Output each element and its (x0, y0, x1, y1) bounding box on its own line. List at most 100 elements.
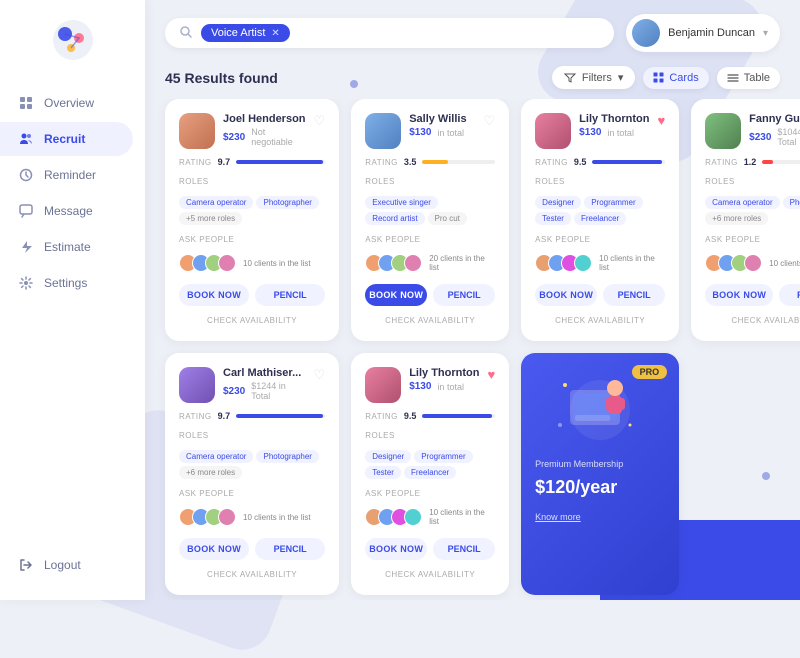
card-name-1: Joel Henderson (223, 113, 306, 125)
card-heart-2[interactable]: ♡ (484, 113, 496, 129)
sidebar-item-message[interactable]: Message (0, 194, 133, 228)
filter-chevron-icon: ▾ (618, 71, 624, 84)
pencil-button-5[interactable]: PENCIL (255, 538, 325, 560)
role-tag: Photographer (256, 450, 318, 463)
roles-label-6: ROLES (365, 431, 495, 440)
book-now-button-1[interactable]: BOOK NOW (179, 284, 249, 306)
user-profile[interactable]: Benjamin Duncan ▾ (626, 14, 780, 52)
topbar: Voice Artist ✕ Benjamin Duncan ▾ (145, 0, 800, 66)
rating-row-1: RATING 9.7 (179, 157, 325, 167)
card-header-4: Fanny Guzman $230 $1044 in Total ♡ (705, 113, 800, 149)
role-tag-more: Pro cut (428, 212, 467, 225)
pencil-button-3[interactable]: PENCIL (603, 284, 665, 306)
rating-row-3: RATING 9.5 (535, 157, 665, 167)
logout-button[interactable]: Logout (0, 548, 145, 582)
card-name-6: Lily Thornton (409, 367, 479, 379)
chevron-down-icon: ▾ (763, 28, 768, 39)
sidebar-item-overview[interactable]: Overview (0, 86, 133, 120)
book-now-button-3[interactable]: BOOK NOW (535, 284, 597, 306)
ask-label-2: ASK PEOPLE (365, 235, 495, 244)
role-tag: Designer (535, 196, 581, 209)
rating-label-1: RATING (179, 158, 212, 167)
ask-label-1: ASK PEOPLE (179, 235, 325, 244)
table-view-button[interactable]: Table (717, 67, 780, 89)
card-heart-6[interactable]: ♥ (487, 367, 495, 382)
role-tag: Programmer (414, 450, 472, 463)
book-now-button-6[interactable]: BOOK NOW (365, 538, 427, 560)
check-availability-button-1[interactable]: CHECK AVAILABILITY (179, 314, 325, 327)
filters-button[interactable]: Filters ▾ (552, 66, 635, 89)
ask-avatar (404, 254, 422, 272)
card-price-row-3: $130 in total (579, 127, 649, 138)
know-more-link[interactable]: Know more (535, 512, 581, 522)
role-tag: Tester (365, 466, 401, 479)
card-actions-4: BOOK NOW PENCIL (705, 284, 800, 306)
rating-label-3: RATING (535, 158, 568, 167)
pencil-button-6[interactable]: PENCIL (433, 538, 495, 560)
card-heart-1[interactable]: ♡ (314, 113, 326, 129)
rating-label-2: RATING (365, 158, 398, 167)
rating-row-2: RATING 3.5 (365, 157, 495, 167)
card-title-block-3: Lily Thornton $130 in total (579, 113, 649, 138)
pro-card: PRO (521, 353, 679, 595)
ask-avatars-3 (535, 254, 587, 272)
book-now-button-2[interactable]: BOOK NOW (365, 284, 427, 306)
card-heart-5[interactable]: ♡ (314, 367, 326, 383)
check-availability-button-4[interactable]: CHECK AVAILABILITY (705, 314, 800, 327)
check-availability-button-5[interactable]: CHECK AVAILABILITY (179, 568, 325, 581)
card-name-3: Lily Thornton (579, 113, 649, 125)
check-availability-button-6[interactable]: CHECK AVAILABILITY (365, 568, 495, 581)
search-tag: Voice Artist ✕ (201, 24, 290, 42)
sidebar: Overview Recruit Reminder (0, 0, 145, 600)
role-tag: Camera operator (179, 450, 253, 463)
cards-view-button[interactable]: Cards (643, 67, 708, 89)
sidebar-nav: Overview Recruit Reminder (0, 86, 145, 548)
search-tag-close[interactable]: ✕ (271, 28, 279, 39)
rating-row-5: RATING 9.7 (179, 411, 325, 421)
card-price-sub-4: $1044 in Total (777, 127, 800, 147)
sidebar-item-settings-label: Settings (44, 276, 87, 290)
card-price-row-1: $230 Not negotiable (223, 127, 306, 147)
role-tag: Tester (535, 212, 571, 225)
filters-label: Filters (582, 72, 612, 84)
card-heart-3[interactable]: ♥ (657, 113, 665, 128)
logout-label: Logout (44, 558, 81, 572)
card-price-sub-2: in total (437, 128, 464, 138)
card-price-sub-3: in total (607, 128, 634, 138)
grid-icon (18, 95, 34, 111)
card-title-block-5: Carl Mathiser... $230 $1244 in Total (223, 367, 306, 401)
book-now-button-4[interactable]: BOOK NOW (705, 284, 773, 306)
card-title-block-6: Lily Thornton $130 in total (409, 367, 479, 392)
rating-row-6: RATING 9.5 (365, 411, 495, 421)
logo (0, 18, 145, 62)
book-now-button-5[interactable]: BOOK NOW (179, 538, 249, 560)
card-header-1: Joel Henderson $230 Not negotiable ♡ (179, 113, 325, 149)
pencil-button-2[interactable]: PENCIL (433, 284, 495, 306)
card-name-2: Sally Willis (409, 113, 475, 125)
ask-label-4: ASK PEOPLE (705, 235, 800, 244)
sidebar-item-recruit-label: Recruit (44, 132, 85, 146)
ask-avatars-6 (365, 508, 417, 526)
sidebar-item-estimate[interactable]: Estimate (0, 230, 133, 264)
card-avatar-1 (179, 113, 215, 149)
role-tag: Record artist (365, 212, 424, 225)
rating-value-4: 1.2 (744, 157, 757, 167)
ask-row-4: 10 clients in the list (705, 254, 800, 272)
sidebar-item-recruit[interactable]: Recruit (0, 122, 133, 156)
filter-icon (564, 72, 576, 84)
pencil-button-1[interactable]: PENCIL (255, 284, 325, 306)
pencil-button-4[interactable]: PENCIL (779, 284, 800, 306)
check-availability-button-2[interactable]: CHECK AVAILABILITY (365, 314, 495, 327)
card-title-block-1: Joel Henderson $230 Not negotiable (223, 113, 306, 147)
rating-value-3: 9.5 (574, 157, 587, 167)
role-tag-more: +6 more roles (705, 212, 768, 225)
roles-tags-3: Designer Programmer Tester Freelancer (535, 196, 665, 225)
card-6: Lily Thornton $130 in total ♥ RATING 9.5… (351, 353, 509, 595)
rating-bar-3 (592, 160, 665, 164)
sidebar-item-reminder[interactable]: Reminder (0, 158, 133, 192)
sidebar-item-settings[interactable]: Settings (0, 266, 133, 300)
rating-bar-4 (762, 160, 800, 164)
search-bar[interactable]: Voice Artist ✕ (165, 18, 614, 48)
check-availability-button-3[interactable]: CHECK AVAILABILITY (535, 314, 665, 327)
card-price-row-6: $130 in total (409, 381, 479, 392)
